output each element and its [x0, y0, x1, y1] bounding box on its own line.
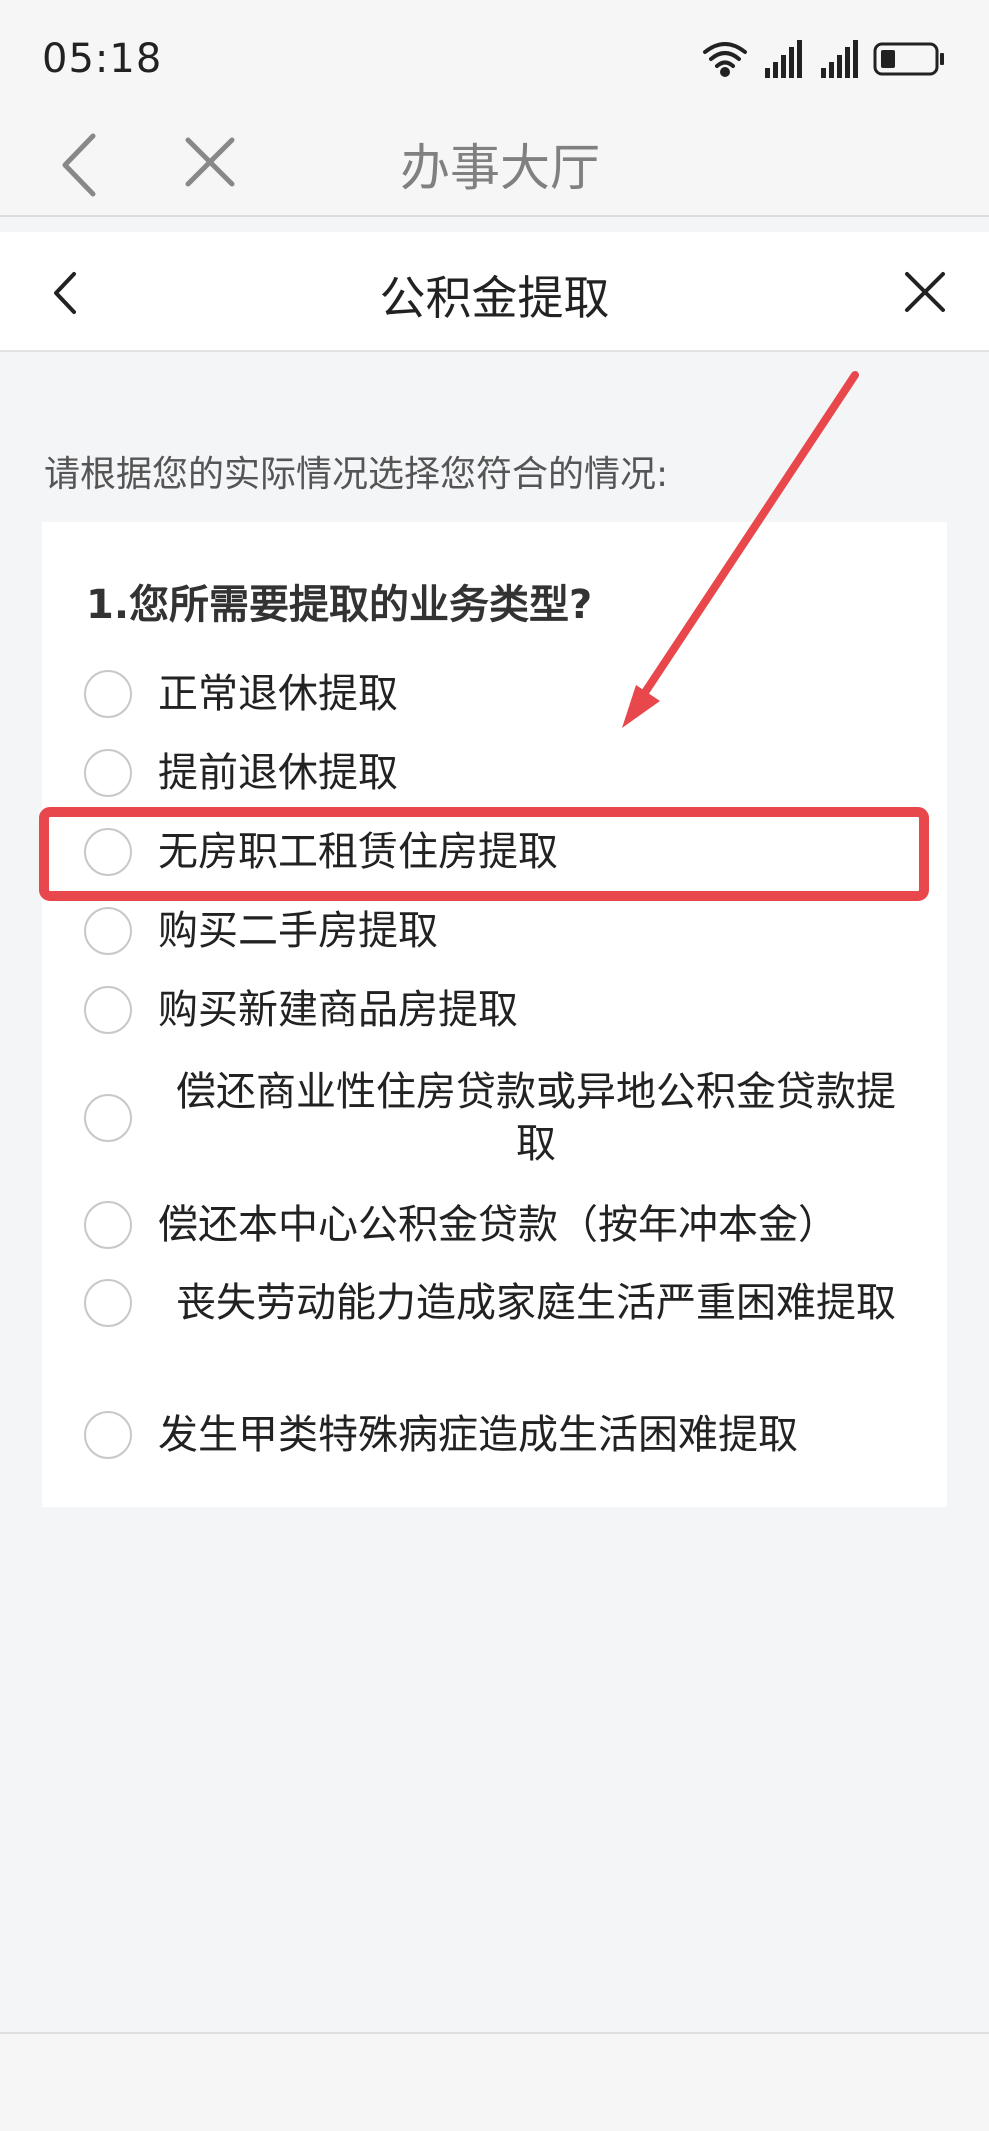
- option-commercial-loan[interactable]: 偿还商业性住房贷款或异地公积金贷款提取: [84, 1066, 914, 1170]
- option-label: 购买二手房提取: [158, 908, 438, 954]
- status-icons: [703, 40, 944, 78]
- option-normal-retirement[interactable]: 正常退休提取: [84, 668, 914, 720]
- status-bar: 05:18: [0, 0, 989, 110]
- bottom-bar: [0, 2032, 989, 2131]
- status-time: 05:18: [42, 36, 163, 82]
- battery-icon: [873, 42, 944, 76]
- option-loss-of-work-ability[interactable]: 丧失劳动能力造成家庭生活严重困难提取: [84, 1277, 914, 1329]
- option-label: 无房职工租赁住房提取: [158, 829, 558, 875]
- option-label: 正常退休提取: [158, 671, 398, 717]
- option-new-house[interactable]: 购买新建商品房提取: [84, 984, 914, 1036]
- signal-icon-2: [821, 40, 858, 78]
- option-early-retirement[interactable]: 提前退休提取: [84, 747, 914, 799]
- question-title: 1.您所需要提取的业务类型?: [86, 582, 593, 628]
- instruction-text: 请根据您的实际情况选择您符合的情况:: [44, 454, 669, 495]
- option-label: 提前退休提取: [158, 750, 398, 796]
- radio-button[interactable]: [84, 1411, 132, 1459]
- option-label: 偿还商业性住房贷款或异地公积金贷款提取: [176, 1069, 896, 1167]
- option-special-disease[interactable]: 发生甲类特殊病症造成生活困难提取: [84, 1409, 914, 1461]
- browser-title: 办事大厅: [400, 139, 600, 197]
- option-label: 购买新建商品房提取: [158, 987, 518, 1033]
- radio-button[interactable]: [84, 1094, 132, 1142]
- page-header: 公积金提取: [0, 232, 989, 352]
- option-label: 偿还本中心公积金贷款（按年冲本金）: [158, 1202, 838, 1248]
- radio-button[interactable]: [84, 1201, 132, 1249]
- question-card: 1.您所需要提取的业务类型? 正常退休提取 提前退休提取 无房职工租赁住房提取 …: [42, 522, 947, 1507]
- radio-button[interactable]: [84, 907, 132, 955]
- radio-button[interactable]: [84, 749, 132, 797]
- radio-button[interactable]: [84, 670, 132, 718]
- signal-icon-1: [765, 40, 802, 78]
- radio-button[interactable]: [84, 828, 132, 876]
- page-title: 公积金提取: [379, 271, 610, 325]
- option-rental-housing[interactable]: 无房职工租赁住房提取: [84, 826, 914, 878]
- wifi-icon: [703, 42, 747, 77]
- close-icon[interactable]: [901, 268, 949, 316]
- option-second-hand-house[interactable]: 购买二手房提取: [84, 905, 914, 957]
- option-label: 丧失劳动能力造成家庭生活严重困难提取: [176, 1280, 896, 1326]
- browser-bar: 办事大厅: [0, 110, 989, 217]
- radio-button[interactable]: [84, 1279, 132, 1327]
- radio-button[interactable]: [84, 986, 132, 1034]
- option-center-loan[interactable]: 偿还本中心公积金贷款（按年冲本金）: [84, 1199, 914, 1251]
- option-label: 发生甲类特殊病症造成生活困难提取: [158, 1412, 798, 1458]
